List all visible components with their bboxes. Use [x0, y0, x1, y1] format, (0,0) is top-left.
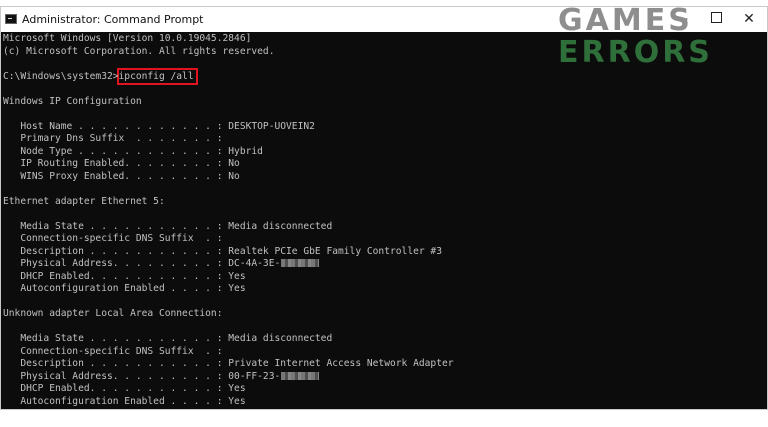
console-line: Primary Dns Suffix . . . . . . . :	[3, 133, 223, 144]
console-line: Windows IP Configuration	[3, 95, 142, 107]
console-line: Description . . . . . . . . . . . : Real…	[3, 245, 442, 257]
close-button[interactable]: ✕	[729, 7, 768, 32]
console-line: C:\Windows\system32>ipconfig /all	[3, 70, 194, 82]
redacted-mac-blur	[281, 371, 320, 380]
console-line: Physical Address. . . . . . . . . : DC-4…	[3, 258, 320, 270]
console-line: Autoconfiguration Enabled . . . . : Yes	[3, 395, 246, 407]
console-line: Connection-specific DNS Suffix . :	[3, 345, 223, 357]
console-line: DHCP Enabled. . . . . . . . . . . : Yes	[3, 383, 246, 394]
maximize-icon	[710, 12, 722, 23]
console-line: Media State . . . . . . . . . . . : Medi…	[3, 220, 333, 232]
console-line: Autoconfiguration Enabled . . . . : Yes	[3, 283, 246, 294]
console-line: Physical Address. . . . . . . . . : 00-F…	[3, 371, 320, 383]
console-line: Unknown adapter Local Area Connection:	[3, 308, 223, 319]
console-output[interactable]: Microsoft Windows [Version 10.0.19045.28…	[1, 32, 767, 409]
console-line: Description . . . . . . . . . . . : Priv…	[3, 358, 454, 369]
console-line: WINS Proxy Enabled. . . . . . . . : No	[3, 170, 240, 182]
console-line: Ethernet adapter Ethernet 5:	[3, 195, 165, 207]
console-line: Node Type . . . . . . . . . . . . : Hybr…	[3, 145, 263, 157]
console-line: Connection-specific DNS Suffix . :	[3, 233, 223, 244]
console-line: DHCP Enabled. . . . . . . . . . . : Yes	[3, 270, 246, 282]
console-line: IP Routing Enabled. . . . . . . . : No	[3, 158, 240, 169]
console-line: (c) Microsoft Corporation. All rights re…	[3, 45, 275, 57]
console-line: Microsoft Windows [Version 10.0.19045.28…	[3, 33, 252, 44]
command-prompt-icon	[5, 14, 17, 24]
games-errors-watermark-logo: GAMES ERRORS	[556, 3, 713, 71]
console-line: Media State . . . . . . . . . . . : Medi…	[3, 333, 333, 344]
redacted-mac-blur	[281, 259, 320, 267]
console-line: Host Name . . . . . . . . . . . . : DESK…	[3, 120, 315, 132]
window-title: Administrator: Command Prompt	[22, 13, 204, 26]
logo-line-errors: ERRORS	[558, 35, 713, 70]
logo-line-games: GAMES	[558, 3, 693, 38]
close-icon: ✕	[743, 11, 755, 27]
command-prompt-window: Administrator: Command Prompt — ✕ GAMES …	[0, 6, 768, 410]
